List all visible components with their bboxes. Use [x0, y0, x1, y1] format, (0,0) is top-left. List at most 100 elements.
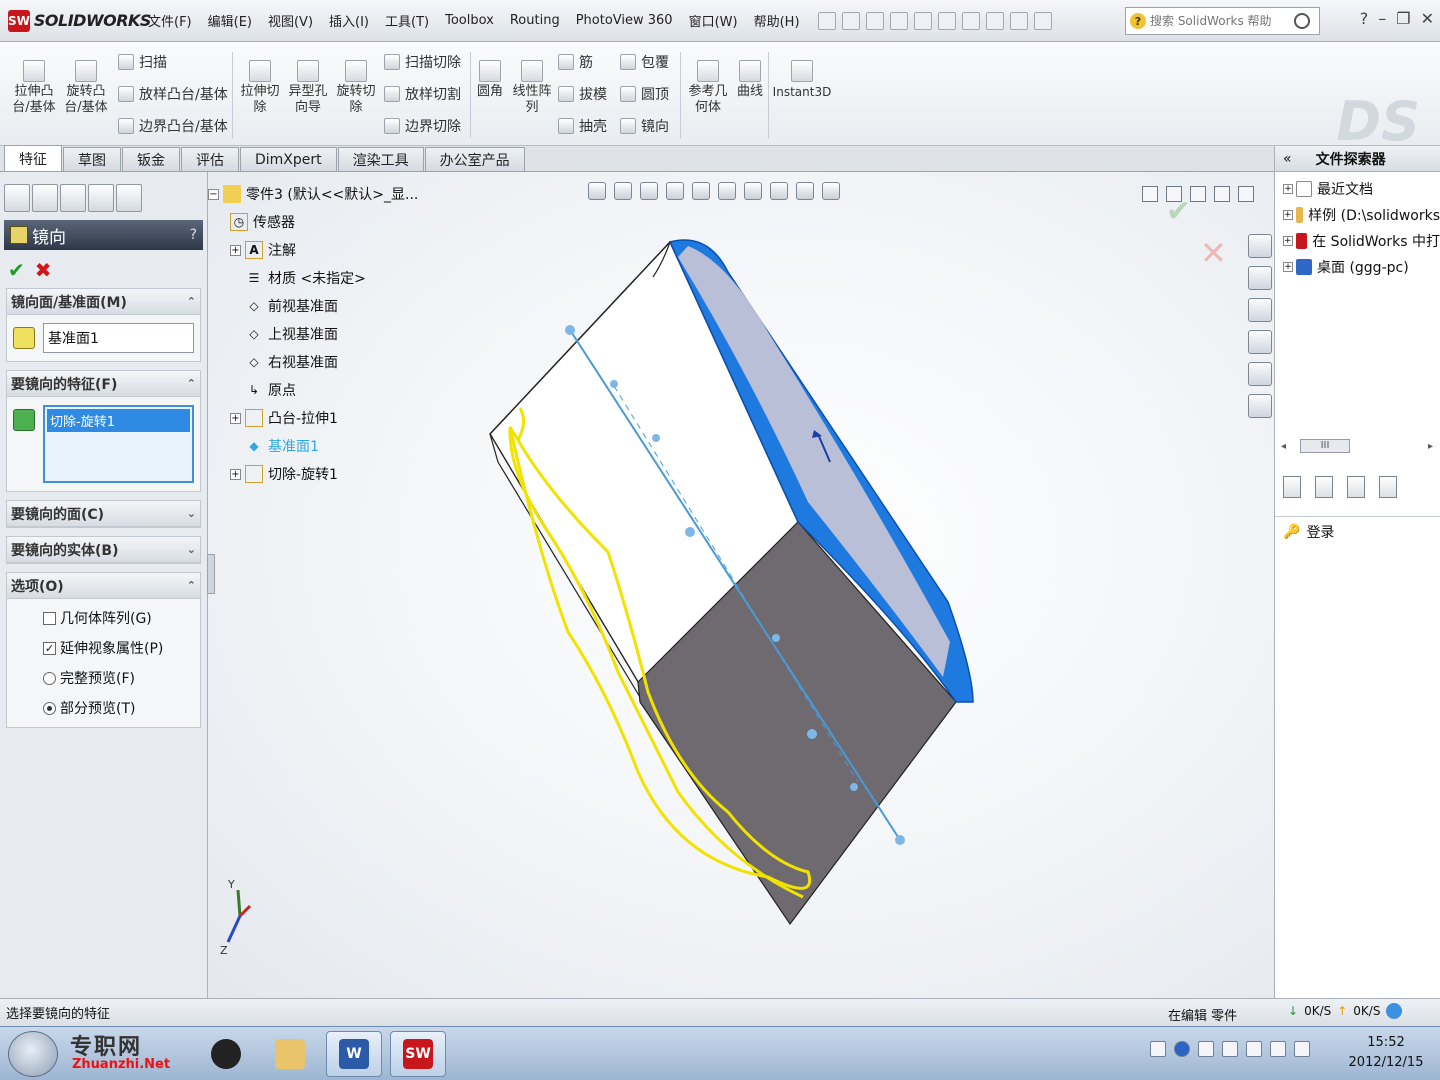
horizontal-scrollbar[interactable]: ◂ III ▸ — [1281, 438, 1433, 454]
reference-geometry-button[interactable]: 参考几 何体 — [684, 60, 732, 116]
revolved-boss-button[interactable]: 旋转凸 台/基体 — [62, 60, 110, 116]
tab-render-tools[interactable]: 渲染工具 — [337, 147, 424, 171]
restore-icon[interactable]: ❐ — [1396, 9, 1410, 28]
tree-item-plane1[interactable]: ◆ 基准面1 — [208, 432, 438, 460]
taskbar-solidworks[interactable]: SW — [390, 1031, 446, 1077]
lofted-cut-button[interactable]: 放样切割 — [384, 82, 461, 106]
tree-item-sensors[interactable]: ◷ 传感器 — [208, 208, 438, 236]
fillet-button[interactable]: 圆角 — [466, 60, 514, 100]
network-monitor-icon[interactable] — [1386, 1003, 1403, 1019]
chevron-up-icon[interactable]: ⌃ — [187, 377, 196, 390]
chevron-up-icon[interactable]: ⌃ — [187, 579, 196, 592]
swept-cut-button[interactable]: 扫描切除 — [384, 50, 461, 74]
explorer-item-desktop[interactable]: + 桌面 (ggg-pc) — [1275, 254, 1440, 280]
menu-routing[interactable]: Routing — [502, 0, 568, 42]
shell-button[interactable]: 抽壳 — [558, 114, 607, 138]
group-header[interactable]: 要镜向的实体(B) ⌄ — [7, 537, 200, 563]
keyboard-icon[interactable] — [1150, 1041, 1166, 1057]
tree-item-annotations[interactable]: + A 注解 — [208, 236, 438, 264]
action-center-icon[interactable] — [1222, 1041, 1238, 1057]
extruded-cut-button[interactable]: 拉伸切 除 — [236, 60, 284, 116]
tab-features[interactable]: 特征 — [4, 145, 62, 171]
new-document-icon[interactable] — [841, 11, 860, 30]
close-icon[interactable]: ✕ — [1421, 9, 1434, 28]
full-preview-option[interactable]: 完整预览(F) — [7, 663, 200, 693]
expand-icon[interactable]: + — [230, 468, 241, 480]
ok-button[interactable]: ✔ — [8, 258, 25, 282]
refresh-icon[interactable] — [1379, 476, 1397, 498]
taskbar-explorer[interactable] — [262, 1031, 318, 1077]
menu-insert[interactable]: 插入(I) — [321, 0, 377, 42]
explorer-item-samples[interactable]: + 样例 (D:\solidworks — [1275, 202, 1440, 228]
wrap-button[interactable]: 包覆 — [620, 50, 669, 74]
phone-device-icon[interactable] — [1347, 476, 1365, 498]
dimxpert-manager-tab-icon[interactable] — [88, 184, 114, 212]
start-button[interactable] — [8, 1031, 58, 1077]
revolved-cut-button[interactable]: 旋转切 除 — [332, 60, 380, 116]
draft-button[interactable]: 拔模 — [558, 82, 607, 106]
loft-boss-button[interactable]: 放样凸台/基体 — [118, 82, 228, 106]
tree-item-right-plane[interactable]: ◇ 右视基准面 — [208, 348, 438, 376]
group-header[interactable]: 镜向面/基准面(M) ⌃ — [7, 289, 200, 315]
chevron-down-icon[interactable]: ⌄ — [187, 507, 196, 520]
panel-splitter-handle[interactable] — [207, 554, 215, 594]
features-to-mirror-list[interactable]: 切除-旋转1 — [43, 405, 194, 483]
help-doc-icon[interactable] — [1315, 476, 1333, 498]
taskbar-word[interactable]: W — [326, 1031, 382, 1077]
group-header[interactable]: 选项(O) ⌃ — [7, 573, 200, 599]
geometry-pattern-checkbox[interactable] — [43, 611, 56, 625]
linear-pattern-button[interactable]: 线性阵 列 — [508, 60, 556, 116]
extruded-boss-button[interactable]: 拉伸凸 台/基体 — [10, 60, 58, 116]
tree-item-origin[interactable]: ↳ 原点 — [208, 376, 438, 404]
geometry-pattern-option[interactable]: 几何体阵列(G) — [7, 603, 200, 633]
boundary-cut-button[interactable]: 边界切除 — [384, 114, 461, 138]
rebuild-icon[interactable] — [985, 11, 1004, 30]
tab-evaluate[interactable]: 评估 — [181, 147, 239, 171]
menu-toolbox[interactable]: Toolbox — [437, 0, 502, 42]
menu-view[interactable]: 视图(V) — [260, 0, 321, 42]
save-icon[interactable] — [889, 11, 908, 30]
tab-sketch[interactable]: 草图 — [63, 147, 121, 171]
tree-item-extrude1[interactable]: + 凸台-拉伸1 — [208, 404, 438, 432]
scroll-thumb[interactable]: III — [1300, 439, 1351, 453]
explorer-item-recent[interactable]: + 最近文档 — [1275, 176, 1440, 202]
help-tray-icon[interactable] — [1174, 1041, 1190, 1057]
tree-item-cut-revolve1[interactable]: + 切除-旋转1 — [208, 460, 438, 488]
dome-button[interactable]: 圆顶 — [620, 82, 669, 106]
menu-photoview[interactable]: PhotoView 360 — [568, 0, 681, 42]
collapse-icon[interactable]: − — [208, 188, 219, 200]
options-icon[interactable] — [1033, 11, 1052, 30]
taskbar-qq[interactable] — [198, 1031, 254, 1077]
login-link[interactable]: 🔑 登录 — [1283, 522, 1334, 542]
network-icon[interactable] — [1270, 1041, 1286, 1057]
expand-icon[interactable]: + — [230, 244, 241, 256]
show-hidden-icons[interactable] — [1198, 1041, 1214, 1057]
explorer-item-open-in-sw[interactable]: + 在 SolidWorks 中打 — [1275, 228, 1440, 254]
volume-icon[interactable] — [1294, 1041, 1310, 1057]
menu-tools[interactable]: 工具(T) — [377, 0, 437, 42]
rib-button[interactable]: 筋 — [558, 50, 593, 74]
tree-item-front-plane[interactable]: ◇ 前视基准面 — [208, 292, 438, 320]
expand-icon[interactable]: + — [1283, 184, 1293, 194]
menu-help[interactable]: 帮助(H) — [746, 0, 808, 42]
pm-help-icon[interactable]: ? — [190, 227, 197, 243]
tree-root-part[interactable]: − 零件3 (默认<<默认>_显... — [208, 180, 438, 208]
scroll-left-icon[interactable]: ◂ — [1281, 441, 1286, 452]
menu-window[interactable]: 窗口(W) — [681, 0, 746, 42]
partial-preview-radio[interactable] — [43, 701, 56, 715]
tab-office-products[interactable]: 办公室产品 — [424, 147, 525, 171]
select-icon[interactable] — [961, 11, 980, 30]
help-search[interactable]: ? — [1125, 7, 1320, 35]
minimize-icon[interactable]: – — [1378, 9, 1386, 28]
configuration-manager-tab-icon[interactable] — [60, 184, 86, 212]
partial-preview-option[interactable]: 部分预览(T) — [7, 693, 200, 723]
expand-icon[interactable]: + — [230, 412, 241, 424]
expand-icon[interactable]: + — [1283, 262, 1293, 272]
sweep-button[interactable]: 扫描 — [118, 50, 167, 74]
menu-edit[interactable]: 编辑(E) — [200, 0, 260, 42]
list-item[interactable]: 切除-旋转1 — [47, 409, 190, 432]
search-icon[interactable] — [1294, 13, 1310, 29]
mirror-plane-field[interactable]: 基准面1 — [43, 323, 194, 353]
instant3d-button[interactable]: Instant3D — [772, 60, 832, 100]
menu-file[interactable]: 文件(F) — [140, 0, 200, 42]
